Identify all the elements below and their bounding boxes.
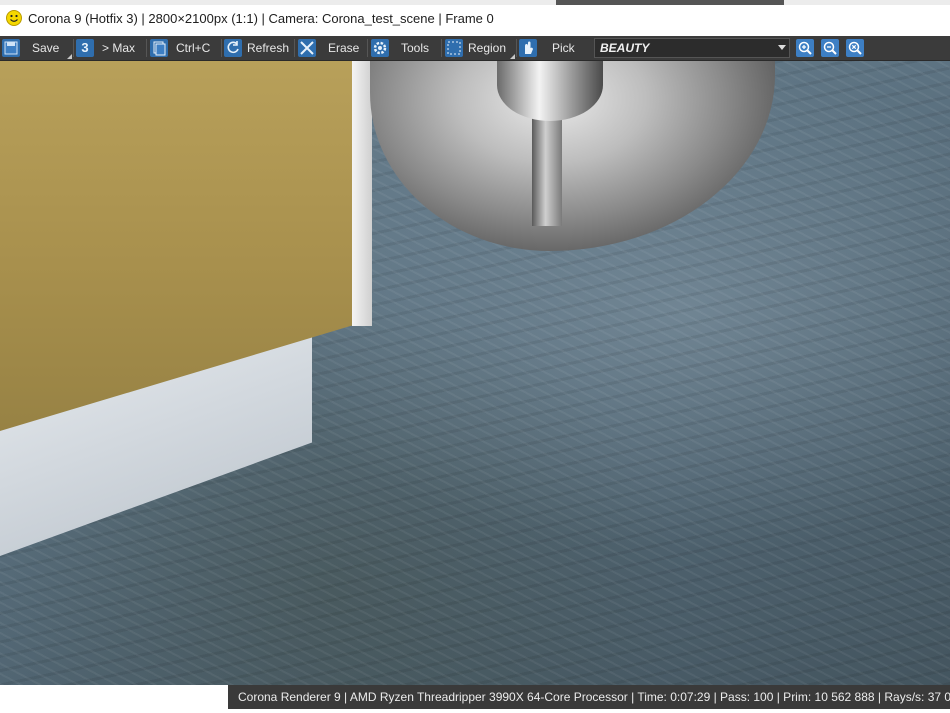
copy-icon	[150, 39, 168, 57]
3dsmax-icon: 3	[76, 39, 94, 57]
zoom-fit-button[interactable]	[846, 39, 864, 57]
zoom-out-icon	[823, 41, 837, 55]
save-label: Save	[32, 41, 60, 55]
hand-icon	[519, 39, 537, 57]
erase-button[interactable]: Erase	[298, 37, 368, 59]
save-button[interactable]: Save	[2, 37, 72, 59]
gear-icon	[371, 39, 389, 57]
erase-label: Erase	[328, 41, 360, 55]
stool-stem	[532, 116, 562, 226]
region-icon	[445, 39, 463, 57]
refresh-button[interactable]: Refresh	[224, 37, 294, 59]
render-stats: Corona Renderer 9 | AMD Ryzen Threadripp…	[228, 685, 950, 709]
zoom-out-button[interactable]	[821, 39, 839, 57]
send-to-max-button[interactable]: 3 > Max	[76, 37, 144, 59]
render-channel-value: BEAUTY	[600, 41, 650, 55]
tools-label: Tools	[401, 41, 430, 55]
chevron-down-icon	[778, 45, 786, 50]
region-button[interactable]: Region	[445, 37, 515, 59]
zoom-in-icon	[798, 41, 812, 55]
title-bar: Corona 9 (Hotfix 3) | 2800×2100px (1:1) …	[0, 0, 950, 36]
pick-label: Pick	[552, 41, 575, 55]
status-bar: Corona Renderer 9 | AMD Ryzen Threadripp…	[0, 685, 950, 713]
window-title: Corona 9 (Hotfix 3) | 2800×2100px (1:1) …	[28, 11, 494, 26]
copy-label: Ctrl+C	[176, 41, 211, 55]
zoom-fit-icon	[848, 41, 862, 55]
refresh-label: Refresh	[247, 41, 290, 55]
refresh-icon	[224, 39, 242, 57]
region-label: Region	[468, 41, 507, 55]
erase-icon	[298, 39, 316, 57]
window-top-strip	[0, 0, 950, 5]
render-channel-select[interactable]: BEAUTY	[594, 38, 790, 58]
copy-button[interactable]: Ctrl+C	[150, 37, 220, 59]
zoom-in-button[interactable]	[796, 39, 814, 57]
render-viewport[interactable]	[0, 61, 950, 685]
send-to-max-label: > Max	[102, 41, 136, 55]
pick-button[interactable]: Pick	[519, 37, 589, 59]
cabinet-edge	[352, 61, 372, 326]
smiley-icon	[6, 10, 22, 26]
save-icon	[2, 39, 20, 57]
tools-button[interactable]: Tools	[371, 37, 441, 59]
